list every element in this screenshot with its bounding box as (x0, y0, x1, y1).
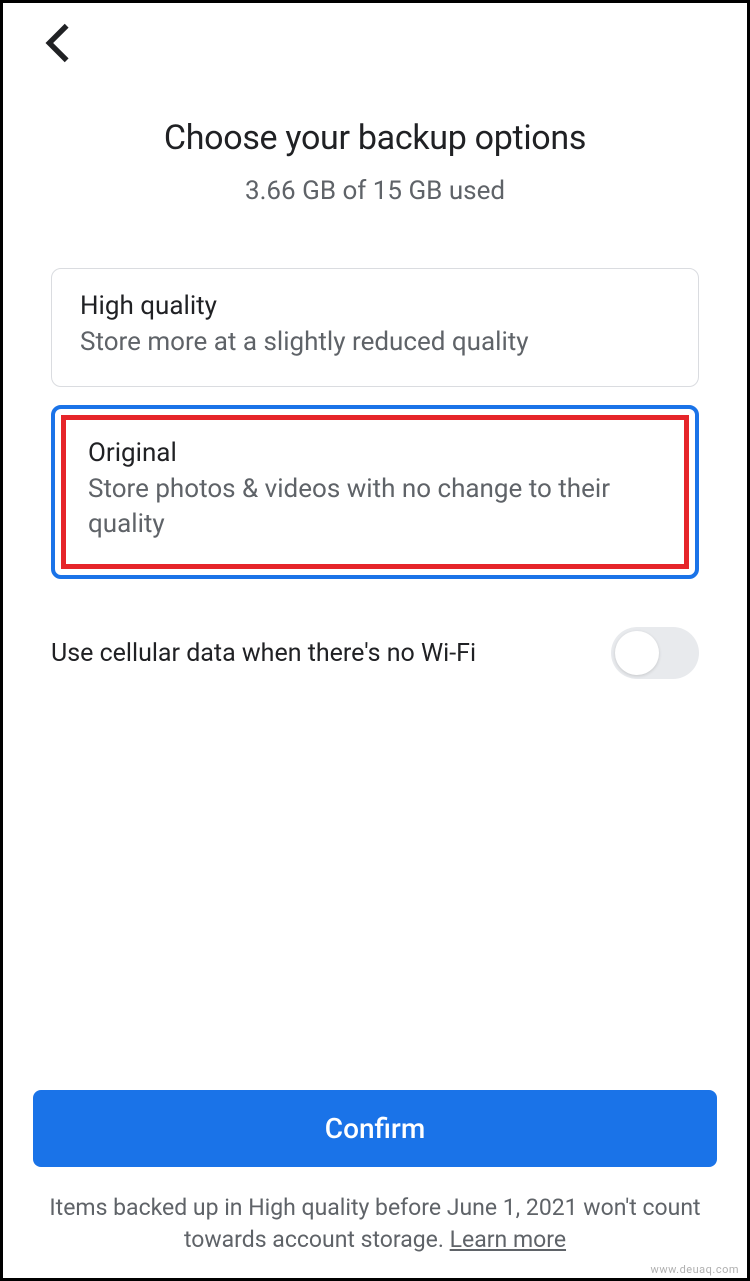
cellular-data-toggle[interactable] (611, 627, 699, 679)
page-title: Choose your backup options (43, 118, 707, 158)
option-title: Original (88, 438, 662, 468)
chevron-left-icon (45, 23, 71, 63)
option-high-quality[interactable]: High quality Store more at a slightly re… (51, 268, 699, 387)
option-desc: Store more at a slightly reduced quality (80, 325, 670, 360)
back-button[interactable] (38, 23, 78, 63)
storage-usage: 3.66 GB of 15 GB used (43, 176, 707, 206)
confirm-button[interactable]: Confirm (33, 1090, 717, 1167)
option-original[interactable]: Original Store photos & videos with no c… (51, 405, 699, 579)
watermark: www.deuaq.com (651, 1263, 739, 1276)
option-title: High quality (80, 291, 670, 321)
toggle-knob (615, 631, 659, 675)
option-desc: Store photos & videos with no change to … (88, 472, 662, 542)
footer-text: Items backed up in High quality before J… (49, 1194, 700, 1253)
learn-more-link[interactable]: Learn more (450, 1226, 566, 1253)
cellular-data-label: Use cellular data when there's no Wi-Fi (51, 639, 476, 668)
footer-disclaimer: Items backed up in High quality before J… (3, 1167, 747, 1278)
